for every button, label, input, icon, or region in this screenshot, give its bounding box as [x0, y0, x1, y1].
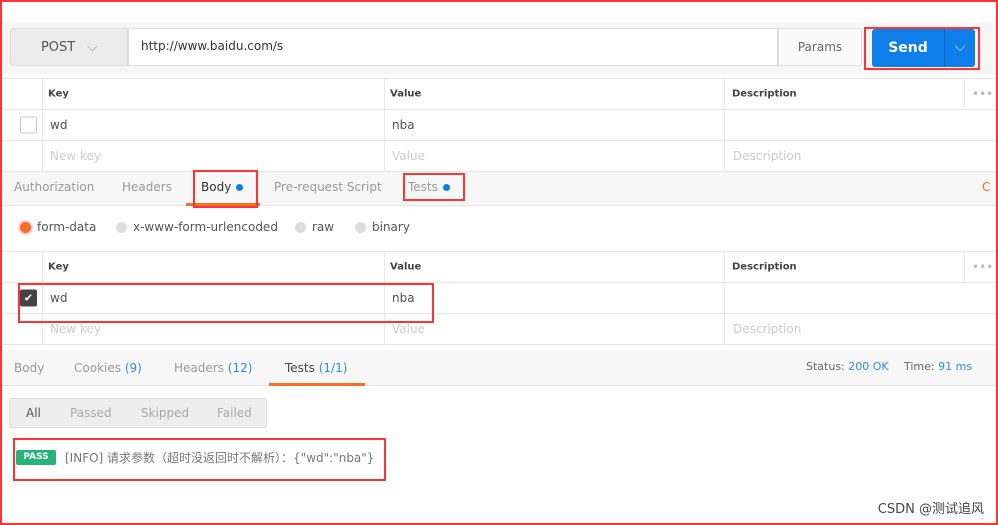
send-button[interactable]: Send ⌵: [872, 29, 975, 67]
radio-form-data[interactable]: form-data: [20, 220, 96, 234]
tab-body-label: Body: [201, 180, 232, 194]
new-key-input[interactable]: New key: [50, 322, 101, 336]
time-value: 91 ms: [938, 360, 973, 373]
new-value-input[interactable]: Value: [392, 322, 425, 336]
response-tabs: Body Cookies (9) Headers (12) Tests (1/1…: [2, 350, 996, 386]
new-key-input[interactable]: New key: [50, 149, 101, 163]
header-key: Key: [48, 88, 69, 100]
row-checkbox[interactable]: [20, 116, 37, 134]
tab-tests[interactable]: Tests: [408, 180, 450, 194]
radio-selected-icon: [20, 221, 31, 233]
cut-off-link[interactable]: C: [982, 180, 990, 194]
header-value: Value: [390, 88, 422, 100]
time-label: Time:: [904, 360, 935, 373]
radio-binary[interactable]: binary: [355, 220, 410, 234]
filter-all[interactable]: All: [26, 406, 41, 420]
table-row: ✔ wd nba: [2, 283, 996, 314]
tab-label: Headers: [174, 361, 224, 375]
status-label: Status:: [806, 360, 845, 373]
tab-label: Tests: [285, 361, 315, 375]
request-tabs: Authorization Headers Body Pre-request S…: [2, 172, 996, 206]
status-value: 200 OK: [848, 360, 889, 373]
radio-icon: [295, 221, 306, 233]
tab-count: (12): [227, 361, 253, 375]
watermark: CSDN @测试追风: [877, 502, 984, 517]
key-cell[interactable]: wd: [50, 291, 67, 305]
params-table: Key Value Description ••• wd nba New key…: [2, 78, 996, 172]
radio-label: raw: [312, 220, 335, 234]
body-table: Key Value Description ••• ✔ wd nba New k…: [2, 251, 996, 345]
header-key: Key: [48, 261, 69, 273]
tab-authorization[interactable]: Authorization: [14, 180, 94, 194]
dot-indicator-icon: [236, 184, 244, 191]
header-description: Description: [732, 88, 797, 100]
radio-label: form-data: [37, 220, 97, 234]
new-value-input[interactable]: Value: [392, 149, 425, 163]
active-tab-indicator: [186, 203, 260, 206]
tab-tests-label: Tests: [408, 180, 438, 194]
table-row: wd nba: [2, 110, 996, 141]
table-header: Key Value Description •••: [2, 251, 996, 283]
pass-badge: PASS: [16, 450, 56, 465]
chevron-down-icon[interactable]: ⌵: [944, 29, 975, 67]
table-header: Key Value Description •••: [2, 78, 996, 110]
params-button[interactable]: Params: [778, 28, 862, 66]
header-description: Description: [732, 261, 797, 273]
radio-icon: [355, 221, 366, 233]
table-row-new: New key Value Description: [2, 141, 996, 172]
tab-response-headers[interactable]: Headers (12): [174, 361, 252, 375]
header-value: Value: [390, 261, 422, 273]
radio-label: binary: [372, 220, 410, 234]
more-icon[interactable]: •••: [972, 260, 993, 274]
filter-passed[interactable]: Passed: [70, 406, 112, 420]
radio-label: x-www-form-urlencoded: [133, 220, 278, 234]
radio-raw[interactable]: raw: [295, 220, 334, 234]
tab-body[interactable]: Body: [201, 180, 244, 194]
key-cell[interactable]: wd: [50, 118, 67, 132]
url-input[interactable]: http://www.baidu.com/s: [128, 28, 778, 66]
method-select[interactable]: POST ⌵: [10, 28, 128, 66]
value-cell[interactable]: nba: [392, 118, 415, 132]
status: Status: 200 OK: [806, 360, 889, 373]
active-tab-indicator: [269, 383, 365, 386]
value-cell[interactable]: nba: [392, 291, 415, 305]
radio-icon: [116, 221, 127, 233]
chevron-down-icon: ⌵: [87, 39, 98, 55]
tab-response-body[interactable]: Body: [14, 361, 44, 375]
send-label: Send: [888, 40, 928, 56]
tab-pre-request-script[interactable]: Pre-request Script: [274, 180, 382, 194]
method-label: POST: [40, 39, 76, 55]
radio-urlencoded[interactable]: x-www-form-urlencoded: [116, 220, 278, 234]
table-row-new: New key Value Description: [2, 314, 996, 345]
test-filter: All Passed Skipped Failed: [9, 398, 267, 428]
dot-indicator-icon: [442, 184, 450, 191]
tab-count: (9): [124, 361, 142, 375]
time: Time: 91 ms: [904, 360, 972, 373]
tab-response-tests[interactable]: Tests (1/1): [285, 361, 347, 375]
filter-skipped[interactable]: Skipped: [141, 406, 189, 420]
more-icon[interactable]: •••: [972, 87, 993, 101]
tab-cookies[interactable]: Cookies (9): [74, 361, 142, 375]
tab-label: Cookies: [74, 361, 121, 375]
tab-count: (1/1): [318, 361, 348, 375]
tab-headers[interactable]: Headers: [122, 180, 172, 194]
new-description-input[interactable]: Description: [733, 322, 801, 336]
filter-failed[interactable]: Failed: [217, 406, 252, 420]
checkbox-checked-icon[interactable]: ✔: [20, 289, 37, 307]
test-result-text: [INFO] 请求参数（超时没返回时不解析）：{"wd":"nba"}: [65, 451, 375, 465]
new-description-input[interactable]: Description: [733, 149, 801, 163]
